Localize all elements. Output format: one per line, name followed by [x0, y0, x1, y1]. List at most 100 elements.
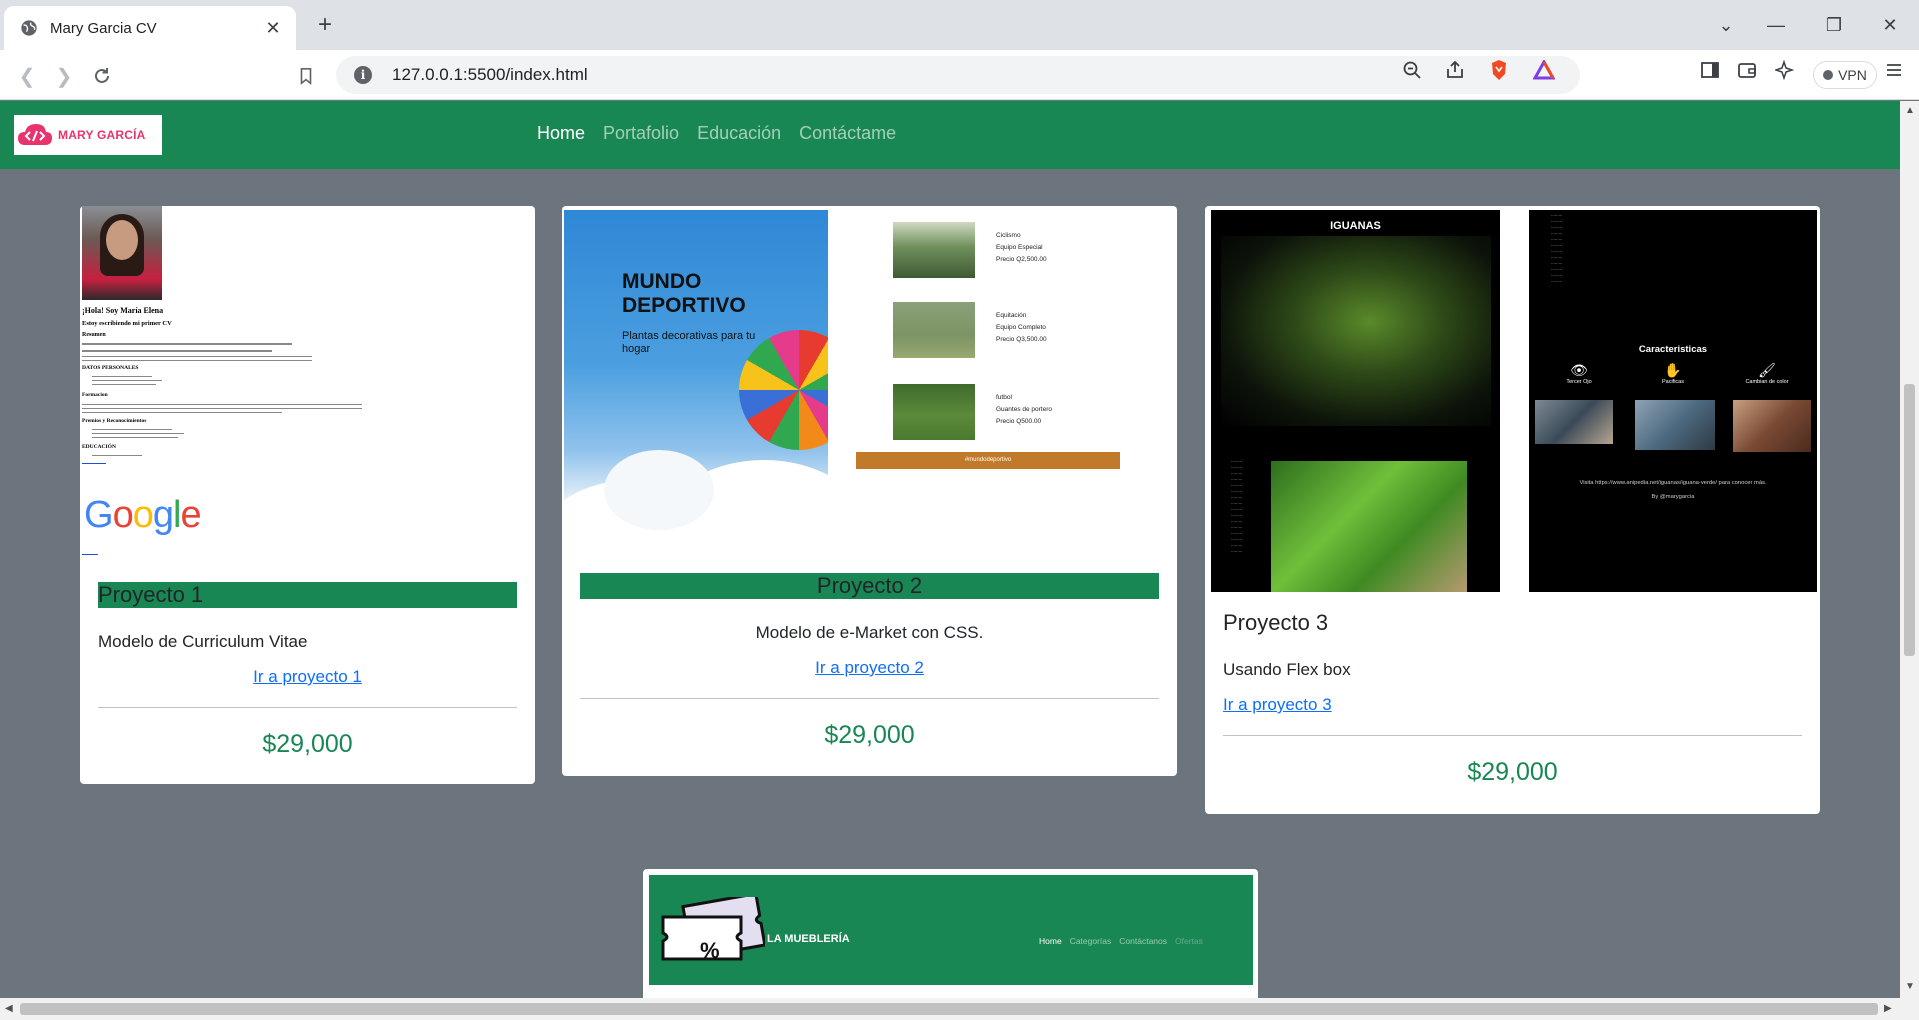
iguana-image-dark: [1221, 236, 1491, 426]
feature-cambian-color: 🖌 Cambian de color: [1737, 362, 1797, 385]
vertical-scroll-thumb[interactable]: [1904, 384, 1915, 656]
vertical-scrollbar[interactable]: ▲ ▼: [1900, 101, 1919, 998]
project-1-preview: ¡Hola! Soy María Elena Estoy escribiendo…: [82, 206, 382, 556]
project-2-preview: MUNDO DEPORTIVO Plantas decorativas para…: [564, 210, 828, 553]
close-tab-icon[interactable]: ✕: [262, 18, 284, 39]
project-link-2[interactable]: Ir a proyecto 2: [815, 658, 924, 677]
back-icon[interactable]: ❮: [13, 62, 41, 90]
cloud-code-icon: [18, 124, 52, 145]
scroll-up-icon[interactable]: ▲: [1905, 105, 1915, 116]
coupon-percent: %: [700, 938, 720, 963]
horizontal-scrollbar[interactable]: ◀ ▶: [0, 998, 1919, 1020]
project-link-3[interactable]: Ir a proyecto 3: [1223, 695, 1332, 714]
cv-section-formacion: Formacion: [82, 392, 108, 398]
url-text: 127.0.0.1:5500/index.html: [392, 65, 588, 84]
features-title: Caracteristicas: [1638, 344, 1708, 355]
nav-contactame[interactable]: Contáctame: [799, 123, 896, 144]
cv-section-datos: DATOS PERSONALES: [82, 365, 139, 371]
project-card-4: % LA MUEBLERÍA Home Categorías Contáctan…: [643, 869, 1258, 998]
site-nav: Home Portafolio Educación Contáctame: [537, 123, 896, 144]
project-card-3: IGUANAS ................................…: [1205, 206, 1820, 814]
iguana-credit: By @marygarcia: [1651, 494, 1695, 500]
cv-section-resumen: Resumen: [82, 332, 106, 338]
wallet-icon[interactable]: [1736, 59, 1758, 81]
brave-rewards-icon[interactable]: [1533, 59, 1555, 81]
scroll-left-icon[interactable]: ◀: [5, 1003, 13, 1014]
nav-educacion[interactable]: Educación: [697, 123, 781, 144]
item-football: futbol Guantes de portero Precio Q500.00: [996, 394, 1053, 425]
browser-tab[interactable]: Mary Garcia CV ✕: [4, 6, 296, 50]
menu-icon[interactable]: [1883, 59, 1905, 81]
bookmark-icon[interactable]: [292, 62, 320, 90]
iguana-photo-2: [1635, 400, 1715, 450]
cv-section-educacion: EDUCACIÓN: [82, 444, 116, 450]
mundo-title: MUNDO DEPORTIVO: [622, 270, 746, 317]
project-title-1: Proyecto 1: [98, 582, 517, 608]
tab-search-chevron-icon[interactable]: ⌄: [1711, 12, 1741, 38]
minimize-window-icon[interactable]: —: [1761, 12, 1791, 38]
item-equestrian: Equitación Equipo Completo Precio Q3,500…: [996, 312, 1047, 343]
reload-icon[interactable]: [88, 62, 116, 90]
scroll-right-icon[interactable]: ▶: [1884, 1003, 1892, 1014]
close-window-icon[interactable]: ✕: [1875, 12, 1905, 38]
equestrian-image: [893, 302, 975, 358]
share-icon[interactable]: [1444, 59, 1466, 81]
project-price-1: $29,000: [262, 730, 353, 758]
project-3-preview-right: ........................................…: [1529, 210, 1817, 592]
page-viewport: MARY GARCÍA Home Portafolio Educación Co…: [0, 101, 1900, 998]
iguana-footer: Visita https://www.anipedia.net/iguanas/…: [1579, 480, 1767, 486]
zoom-icon[interactable]: [1401, 59, 1423, 81]
horizontal-scroll-thumb[interactable]: [20, 1003, 1878, 1015]
site-navbar: MARY GARCÍA Home Portafolio Educación Co…: [0, 101, 1900, 169]
site-info-icon[interactable]: i: [354, 66, 372, 84]
iguana-image-green: [1271, 461, 1467, 592]
brand-name: MARY GARCÍA: [58, 128, 146, 142]
project-description-1: Modelo de Curriculum Vitae: [98, 632, 308, 651]
football-image: [893, 384, 975, 440]
divider: [98, 707, 517, 708]
sidebar-toggle-icon[interactable]: [1699, 59, 1721, 81]
iguana-photo-3: [1733, 400, 1811, 452]
restore-window-icon[interactable]: ❐: [1819, 12, 1849, 38]
muebleria-brand: LA MUEBLERÍA: [767, 933, 850, 945]
nav-home[interactable]: Home: [537, 123, 585, 144]
brush-icon: 🖌: [1758, 362, 1776, 378]
divider: [580, 698, 1159, 699]
nav-portafolio[interactable]: Portafolio: [603, 123, 679, 144]
project-link-1[interactable]: Ir a proyecto 1: [253, 667, 362, 686]
forward-icon[interactable]: ❯: [50, 62, 78, 90]
vpn-button[interactable]: VPN: [1813, 61, 1877, 89]
brave-shield-icon[interactable]: [1488, 59, 1510, 81]
feature-tercer-ojo: 👁 Tercer Ojo: [1549, 362, 1609, 385]
iguanas-title: IGUANAS: [1330, 220, 1381, 232]
muebleria-nav: Home Categorías Contáctanos Ofertas: [1039, 936, 1203, 946]
feature-pacificas: ✋ Pacificas: [1643, 362, 1703, 385]
project-title-3: Proyecto 3: [1223, 610, 1329, 635]
leo-ai-icon[interactable]: [1774, 59, 1796, 81]
hand-icon: ✋: [1664, 362, 1682, 378]
card-body-2: Proyecto 2 Modelo de e-Market con CSS. I…: [580, 573, 1159, 750]
cv-subheading: Estoy escribiendo mi primer CV: [82, 320, 172, 327]
profile-photo: [82, 206, 162, 300]
site-logo[interactable]: MARY GARCÍA: [14, 115, 162, 155]
mundo-hashtag: #mundodeportivo: [856, 452, 1120, 469]
project-4-preview: % LA MUEBLERÍA Home Categorías Contáctan…: [649, 875, 1253, 985]
project-3-preview-left: IGUANAS ................................…: [1211, 210, 1500, 592]
iguana-photo-1: [1535, 400, 1613, 444]
project-card-2: MUNDO DEPORTIVO Plantas decorativas para…: [562, 206, 1177, 776]
eye-icon: 👁: [1570, 362, 1588, 378]
vpn-label: VPN: [1838, 67, 1867, 83]
project-description-3: Usando Flex box: [1223, 660, 1351, 679]
tab-title: Mary Garcia CV: [50, 19, 157, 37]
project-card-1: ¡Hola! Soy María Elena Estoy escribiendo…: [80, 206, 535, 784]
cv-section-premios: Premios y Reconocimientos: [82, 418, 147, 424]
card-body-1: Proyecto 1 Modelo de Curriculum Vitae Ir…: [98, 582, 517, 759]
project-price-3: $29,000: [1467, 758, 1558, 786]
divider: [1223, 735, 1802, 736]
browser-tab-strip: Mary Garcia CV ✕ + ⌄ — ❐ ✕: [0, 0, 1919, 50]
card-body-3: Proyecto 3 Usando Flex box Ir a proyecto…: [1223, 610, 1802, 787]
scroll-down-icon[interactable]: ▼: [1905, 981, 1915, 992]
new-tab-icon[interactable]: +: [312, 12, 338, 38]
item-cycling: Ciclismo Equipo Especial Precio Q2,500.0…: [996, 232, 1047, 263]
address-bar[interactable]: i 127.0.0.1:5500/index.html: [336, 56, 1580, 94]
